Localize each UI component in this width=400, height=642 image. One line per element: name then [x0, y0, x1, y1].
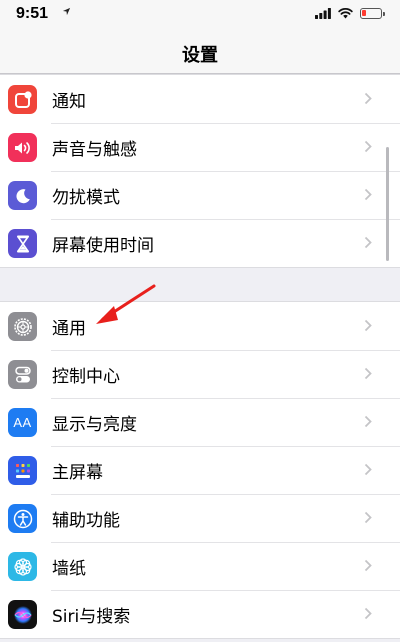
settings-row-dnd[interactable]: 勿扰模式 [0, 171, 400, 219]
gear-icon [8, 312, 37, 341]
settings-row-accessibility[interactable]: 辅助功能 [0, 494, 400, 542]
settings-row-label: 墙纸 [52, 559, 86, 579]
battery-level [362, 10, 366, 16]
page-title: 设置 [182, 45, 218, 66]
settings-row-sounds[interactable]: 声音与触感 [0, 123, 400, 171]
settings-group-1: 通知 声音与触感 勿扰模式 屏幕使用时间 [0, 74, 400, 268]
hourglass-icon [8, 229, 37, 258]
chevron-right-icon [364, 559, 372, 572]
chevron-right-icon [364, 188, 372, 201]
accessibility-icon [8, 504, 37, 533]
settings-row-label: Siri与搜索 [52, 607, 131, 627]
moon-icon [8, 181, 37, 210]
siri-icon [8, 600, 37, 629]
sounds-icon [8, 133, 37, 162]
display-aa-text: AA [13, 415, 32, 430]
battery-icon [360, 8, 385, 19]
settings-row-label: 通用 [52, 319, 86, 339]
scroll-indicator[interactable] [386, 147, 389, 261]
settings-row-notifications[interactable]: 通知 [0, 75, 400, 123]
chevron-right-icon [364, 236, 372, 249]
navigation-bar: 设置 [0, 30, 400, 74]
settings-row-general[interactable]: 通用 [0, 302, 400, 350]
settings-row-label: 声音与触感 [52, 140, 137, 160]
chevron-right-icon [364, 92, 372, 105]
wifi-icon [338, 8, 353, 19]
chevron-right-icon [364, 319, 372, 332]
settings-row-label: 屏幕使用时间 [52, 236, 154, 256]
status-bar: 9:51 [0, 0, 400, 30]
home-grid-icon [8, 456, 37, 485]
location-arrow-icon [62, 7, 71, 16]
display-aa-icon: AA [8, 408, 37, 437]
settings-row-display[interactable]: AA 显示与亮度 [0, 398, 400, 446]
chevron-right-icon [364, 463, 372, 476]
chevron-right-icon [364, 140, 372, 153]
settings-row-home-screen[interactable]: 主屏幕 [0, 446, 400, 494]
settings-row-wallpaper[interactable]: 墙纸 [0, 542, 400, 590]
chevron-right-icon [364, 415, 372, 428]
settings-group-2: 通用 控制中心 AA 显示与亮度 主屏幕 辅助功能 墙纸 Siri与搜索 [0, 301, 400, 639]
settings-row-label: 通知 [52, 92, 86, 112]
settings-row-label: 辅助功能 [52, 511, 120, 531]
settings-row-label: 主屏幕 [52, 463, 103, 483]
toggles-icon [8, 360, 37, 389]
settings-row-control-center[interactable]: 控制中心 [0, 350, 400, 398]
settings-row-label: 勿扰模式 [52, 188, 120, 208]
status-time: 9:51 [16, 5, 49, 22]
settings-row-siri[interactable]: Siri与搜索 [0, 590, 400, 638]
settings-row-label: 控制中心 [52, 367, 120, 387]
settings-row-screentime[interactable]: 屏幕使用时间 [0, 219, 400, 267]
notifications-icon [8, 85, 37, 114]
flower-icon [8, 552, 37, 581]
cellular-signal-icon [315, 8, 331, 19]
chevron-right-icon [364, 367, 372, 380]
settings-row-label: 显示与亮度 [52, 415, 137, 435]
chevron-right-icon [364, 607, 372, 620]
chevron-right-icon [364, 511, 372, 524]
